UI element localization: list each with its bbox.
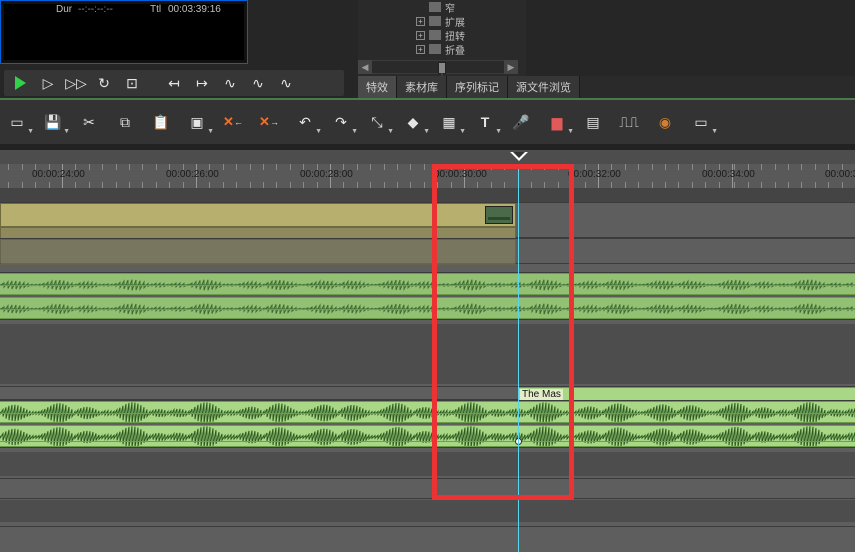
empty-track-gap: [0, 452, 855, 476]
tab-source-browser[interactable]: 源文件浏览: [508, 76, 580, 98]
fx-tree-item[interactable]: 窄: [416, 0, 524, 14]
waveform-a-button[interactable]: ∿: [220, 73, 240, 93]
ab-loop-button[interactable]: ⊡: [122, 73, 142, 93]
timeline-ruler[interactable]: 00:00:24:00 00:00:26:00 00:00:28:00 00:00:3…: [0, 164, 855, 188]
redo-button[interactable]: ↷▼: [330, 111, 352, 133]
undo-button[interactable]: ↶▼: [294, 111, 316, 133]
tracks-area[interactable]: The Mas: [0, 188, 855, 552]
save-button[interactable]: 💾▼: [42, 111, 64, 133]
scroll-left-icon[interactable]: ◀: [358, 60, 372, 74]
effects-tree[interactable]: 窄 +扩展 +扭转 +折叠: [416, 0, 524, 60]
audio-clip[interactable]: [0, 425, 855, 447]
waveform-b-button[interactable]: ∿: [248, 73, 268, 93]
loop-button[interactable]: ↻: [94, 73, 114, 93]
ruler-label: 00:00:30:00: [434, 169, 487, 180]
audio-clip[interactable]: [0, 297, 855, 319]
playhead[interactable]: [518, 164, 519, 552]
fx-scrollbar[interactable]: ◀ ▶: [358, 60, 518, 74]
share-button[interactable]: ▭▼: [690, 111, 712, 133]
ripple-delete-b-button[interactable]: ✕→: [258, 111, 280, 133]
expand-icon[interactable]: +: [416, 31, 425, 40]
expand-icon[interactable]: +: [416, 17, 425, 26]
toolbar-separator: [0, 144, 855, 150]
fx-tree-item[interactable]: +折叠: [416, 42, 524, 56]
play-button[interactable]: [10, 73, 30, 93]
audio-track-1[interactable]: [0, 272, 855, 320]
ruler-label: 00:00:24:00: [32, 169, 85, 180]
scroll-right-icon[interactable]: ▶: [504, 60, 518, 74]
transport-bar: ▷ ▷▷ ↻ ⊡ ↤ ↦ ∿ ∿ ∿: [4, 70, 344, 96]
cut-button[interactable]: ✂: [78, 111, 100, 133]
copy-button[interactable]: ⧉: [114, 111, 136, 133]
paste-button[interactable]: 📋: [150, 111, 172, 133]
waveform-c-button[interactable]: ∿: [276, 73, 296, 93]
fx-tree-item[interactable]: +扩展: [416, 14, 524, 28]
volume-rubberband[interactable]: [0, 441, 855, 442]
step-forward-button[interactable]: ▷: [38, 73, 58, 93]
waveform-icon: [0, 426, 855, 447]
ruler-label: 00:00:34:00: [702, 169, 755, 180]
scroll-thumb[interactable]: [438, 62, 446, 74]
top-panel: Dur --:--:--:-- Ttl 00:03:39:16 ▷ ▷▷ ↻ ⊡…: [0, 0, 855, 98]
mark-in-button[interactable]: ↤: [164, 73, 184, 93]
empty-track-gap: [0, 500, 855, 522]
panel-button[interactable]: ▭▼: [6, 111, 28, 133]
info-strip: Dur --:--:--:-- Ttl 00:03:39:16: [0, 2, 340, 16]
ttl-label: Ttl: [150, 4, 161, 15]
swatch-button[interactable]: ◉: [654, 111, 676, 133]
ruler-label: 00:00:32:00: [568, 169, 621, 180]
ttl-value: 00:03:39:16: [168, 4, 221, 15]
tab-library[interactable]: 素材库: [397, 76, 447, 98]
video-track-2[interactable]: [0, 202, 855, 238]
text-button[interactable]: T▼: [474, 111, 496, 133]
audio-track-2-header[interactable]: The Mas: [0, 386, 855, 400]
audio-track-2[interactable]: [0, 400, 855, 448]
ruler-label: 00:00:36:00: [825, 169, 855, 180]
expand-icon[interactable]: +: [416, 45, 425, 54]
tab-effects[interactable]: 特效: [358, 76, 397, 98]
video-track-1[interactable]: [0, 238, 855, 264]
track-spacer: [0, 188, 855, 202]
mic-button[interactable]: 🎤: [510, 111, 532, 133]
grid-button[interactable]: ▤: [582, 111, 604, 133]
volume-rubberband[interactable]: [0, 309, 855, 310]
trim-button[interactable]: ⤡▼: [366, 111, 388, 133]
ruler-label: 00:00:28:00: [300, 169, 353, 180]
group-button[interactable]: ▣▼: [186, 111, 208, 133]
folder-icon: [429, 16, 441, 26]
volume-rubberband[interactable]: [0, 285, 855, 286]
folder-icon: [429, 44, 441, 54]
audio-clip[interactable]: [0, 273, 855, 295]
enhance-button[interactable]: ▦▼: [438, 111, 460, 133]
folder-icon: [429, 2, 441, 12]
track-separator: [0, 478, 855, 479]
audio-clip[interactable]: The Mas: [518, 387, 855, 401]
tab-markers[interactable]: 序列标记: [447, 76, 508, 98]
scroll-track[interactable]: [372, 60, 504, 74]
fast-forward-button[interactable]: ▷▷: [66, 73, 86, 93]
video-clip[interactable]: [0, 203, 516, 227]
audio-clip[interactable]: [0, 401, 855, 423]
main-toolbar: ▭▼ 💾▼ ✂ ⧉ 📋 ▣▼ ✕← ✕→ ↶▼ ↷▼ ⤡▼ ◆▼ ▦▼ T▼ 🎤…: [0, 100, 855, 144]
dur-value: --:--:--:--: [78, 4, 113, 15]
volume-rubberband[interactable]: [0, 413, 855, 414]
ruler-label: 00:00:26:00: [166, 169, 219, 180]
effects-tabs: 特效 素材库 序列标记 源文件浏览: [358, 76, 855, 98]
folder-icon: [429, 30, 441, 40]
track-separator: [0, 526, 855, 527]
playhead-caret-icon[interactable]: [510, 152, 528, 164]
dur-label: Dur: [56, 4, 72, 15]
marker-button[interactable]: ◆▼: [402, 111, 424, 133]
clip-thumbnail: [485, 206, 513, 224]
mixer-button[interactable]: ⎍⎍: [618, 111, 640, 133]
color-button[interactable]: ▆▼: [546, 111, 568, 133]
mark-out-button[interactable]: ↦: [192, 73, 212, 93]
fx-tree-item[interactable]: +扭转: [416, 28, 524, 42]
clip-label: The Mas: [520, 389, 563, 400]
ripple-delete-a-button[interactable]: ✕←: [222, 111, 244, 133]
track-separator: [0, 498, 855, 499]
empty-track-gap: [0, 324, 855, 384]
video-clip[interactable]: [0, 239, 516, 265]
